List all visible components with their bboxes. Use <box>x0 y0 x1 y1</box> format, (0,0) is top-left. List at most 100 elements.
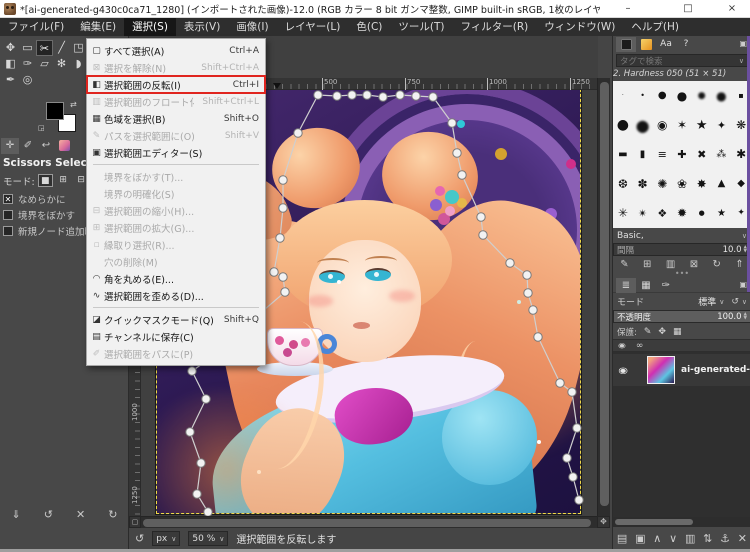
menubar-item-9[interactable]: フィルター(R) <box>452 18 536 36</box>
tab-patterns[interactable] <box>636 37 656 52</box>
menu-item-19[interactable]: ▤ チャンネルに保存(C) <box>87 328 265 345</box>
brush-thumbnail-1[interactable]: · <box>613 81 633 110</box>
vertical-scrollbar-thumb[interactable] <box>600 82 609 506</box>
brush-thumbnail-10[interactable]: ◉ <box>652 110 672 139</box>
duplicate-brush-button[interactable]: ▥ <box>666 259 675 270</box>
brush-thumbnail-6[interactable]: ● <box>712 81 732 110</box>
brush-thumbnail-13[interactable]: ✦ <box>712 110 732 139</box>
menu-item-5[interactable]: ▦ 色域を選択(B) Shift+O <box>87 110 265 127</box>
vertical-scrollbar[interactable] <box>597 78 610 516</box>
horizontal-scrollbar[interactable] <box>141 516 597 528</box>
brush-thumbnail-29[interactable]: ✳ <box>613 199 633 228</box>
maximize-button[interactable]: □ <box>668 0 708 18</box>
airbrush-tool[interactable]: ✻ <box>53 56 70 72</box>
new-layer-button[interactable]: ▤ <box>617 532 627 545</box>
checkbox-checked-icon[interactable]: ✕ <box>3 193 13 204</box>
brush-thumbnail-30[interactable]: ✴ <box>633 199 653 228</box>
eye-icon[interactable]: ◉ <box>613 365 633 375</box>
lock-alpha-icon[interactable]: ▦ <box>673 327 682 337</box>
menubar-item-5[interactable]: 画像(I) <box>228 18 276 36</box>
checkbox-icon[interactable] <box>3 225 13 236</box>
layer-list-scrollbar[interactable] <box>613 517 750 527</box>
menubar-item-8[interactable]: ツール(T) <box>390 18 452 36</box>
opacity-slider[interactable]: 不透明度 100.0 ▲ ▼ <box>613 310 750 323</box>
menu-item-1[interactable]: ▢ すべて選択(A) Ctrl+A <box>87 42 265 59</box>
reset-mode-icon[interactable]: ↺ <box>731 297 739 307</box>
refresh-brushes-button[interactable]: ↻ <box>713 259 721 270</box>
menu-item-18[interactable]: ◪ クイックマスクモード(Q) Shift+Q <box>87 311 265 328</box>
brush-thumbnail-5[interactable]: ● <box>692 81 712 110</box>
brush-thumbnail-34[interactable]: ★ <box>712 199 732 228</box>
brush-thumbnail-32[interactable]: ✹ <box>672 199 692 228</box>
menubar-item-4[interactable]: 表示(V) <box>176 18 228 36</box>
tab-brushes-preview[interactable] <box>55 138 73 154</box>
layer-row[interactable]: ◉ ai-generated- <box>613 354 750 386</box>
tab-channels[interactable]: ▦ <box>636 278 656 293</box>
brush-thumbnail-4[interactable]: ● <box>672 81 692 110</box>
foreground-color-swatch[interactable] <box>46 102 64 120</box>
brush-thumbnail-18[interactable]: ✚ <box>672 140 692 169</box>
mode-replace-icon[interactable]: ■ <box>37 174 53 187</box>
brush-thumbnail-8[interactable]: ● <box>613 110 633 139</box>
spinner-arrows-icon[interactable]: ▲ ▼ <box>744 312 747 321</box>
brush-thumbnail-15[interactable]: ▬ <box>613 140 633 169</box>
brush-thumbnail-25[interactable]: ❀ <box>672 169 692 198</box>
brush-group-dropdown[interactable]: Basic, ∨ <box>613 229 750 242</box>
menubar-item-2[interactable]: 編集(E) <box>72 18 124 36</box>
navigation-button[interactable]: ✥ <box>597 516 610 528</box>
menu-item-15[interactable]: ◠ 角を丸める(E)... <box>87 270 265 287</box>
swap-colors-icon[interactable]: ⇄ <box>70 100 77 109</box>
lock-position-icon[interactable]: ✥ <box>658 327 666 337</box>
brush-thumbnail-9[interactable]: ● <box>633 110 653 139</box>
rectangle-select-tool[interactable]: ▭ <box>19 40 36 56</box>
new-group-button[interactable]: ▣ <box>635 532 645 545</box>
tab-layers[interactable]: ≣ <box>616 278 636 293</box>
lock-pixels-icon[interactable]: ✎ <box>644 327 652 337</box>
brush-thumbnail-20[interactable]: ⁂ <box>712 140 732 169</box>
reset-tool-button[interactable]: ↻ <box>108 508 117 521</box>
menu-item-16[interactable]: ∿ 選択範囲を歪める(D)... <box>87 287 265 304</box>
menubar-item-10[interactable]: ウィンドウ(W) <box>536 18 623 36</box>
dock-menu-icon[interactable]: ▣ <box>739 280 747 289</box>
menubar-item-3[interactable]: 選択(S) <box>124 18 176 36</box>
tab-fonts[interactable]: Aa <box>656 37 676 52</box>
tab-undo-history[interactable]: ↩ <box>37 138 55 154</box>
brush-thumbnail-23[interactable]: ✽ <box>633 169 653 198</box>
menu-item-7[interactable]: ▣ 選択範囲エディター(S) <box>87 144 265 161</box>
layer-thumbnail[interactable] <box>647 356 675 384</box>
checkbox-icon[interactable] <box>3 209 13 220</box>
delete-brush-button[interactable]: ⊠ <box>690 259 698 270</box>
horizontal-scrollbar-thumb[interactable] <box>143 519 591 527</box>
duplicate-layer-button[interactable]: ▥ <box>685 532 695 545</box>
new-brush-button[interactable]: ⊞ <box>643 259 651 270</box>
brush-grid[interactable]: · • ● ● ● ● ▪ ● ● ◉ ✶ ★ ✦ ❋ ▬ ▮ ≡ ✚ ✖ ⁂ ✱ ❆ ✽ ✺ ❀ ✸ ▲ ◆ ✳ ✴ ❖ ✹ ● ★ ✦ <box>613 81 750 228</box>
menubar-item-6[interactable]: レイヤー(L) <box>277 18 349 36</box>
brush-thumbnail-27[interactable]: ▲ <box>712 169 732 198</box>
bucket-fill-tool[interactable]: ◧ <box>2 56 19 72</box>
paintbrush-tool[interactable]: ✑ <box>19 56 36 72</box>
layer-mode-row[interactable]: モード 標準 ∨ ↺ ∨ <box>613 294 750 309</box>
delete-preset-button[interactable]: ✕ <box>76 508 85 521</box>
brush-search-input[interactable] <box>616 54 748 67</box>
ink-tool[interactable]: ✒ <box>2 72 19 88</box>
default-colors-icon[interactable]: ◲ <box>38 124 45 132</box>
minimize-button[interactable]: – <box>608 0 648 18</box>
brush-thumbnail-24[interactable]: ✺ <box>652 169 672 198</box>
close-button[interactable]: × <box>712 0 750 18</box>
tab-document-history[interactable]: ? <box>676 37 696 52</box>
brush-spacing-spinner[interactable]: 間隔 10.0 ▲ ▼ <box>613 243 750 256</box>
open-brush-as-image-button[interactable]: ⇑ <box>735 259 743 270</box>
tab-paths[interactable]: ✑ <box>656 278 676 293</box>
brush-thumbnail-33[interactable]: ● <box>692 199 712 228</box>
dock-menu-icon[interactable]: ▣ <box>739 39 747 48</box>
restore-preset-button[interactable]: ↺ <box>44 508 53 521</box>
menubar-item-11[interactable]: ヘルプ(H) <box>623 18 687 36</box>
brush-thumbnail-16[interactable]: ▮ <box>633 140 653 169</box>
menu-item-3[interactable]: ◧ 選択範囲の反転(I) Ctrl+I <box>86 75 266 94</box>
brush-thumbnail-17[interactable]: ≡ <box>652 140 672 169</box>
tab-tool-options[interactable]: ✛ <box>1 138 19 154</box>
dock-grip[interactable]: ••• <box>613 270 750 278</box>
mode-add-icon[interactable]: ⊞ <box>56 174 71 187</box>
save-preset-button[interactable]: ⇓ <box>12 508 21 521</box>
brush-thumbnail-19[interactable]: ✖ <box>692 140 712 169</box>
